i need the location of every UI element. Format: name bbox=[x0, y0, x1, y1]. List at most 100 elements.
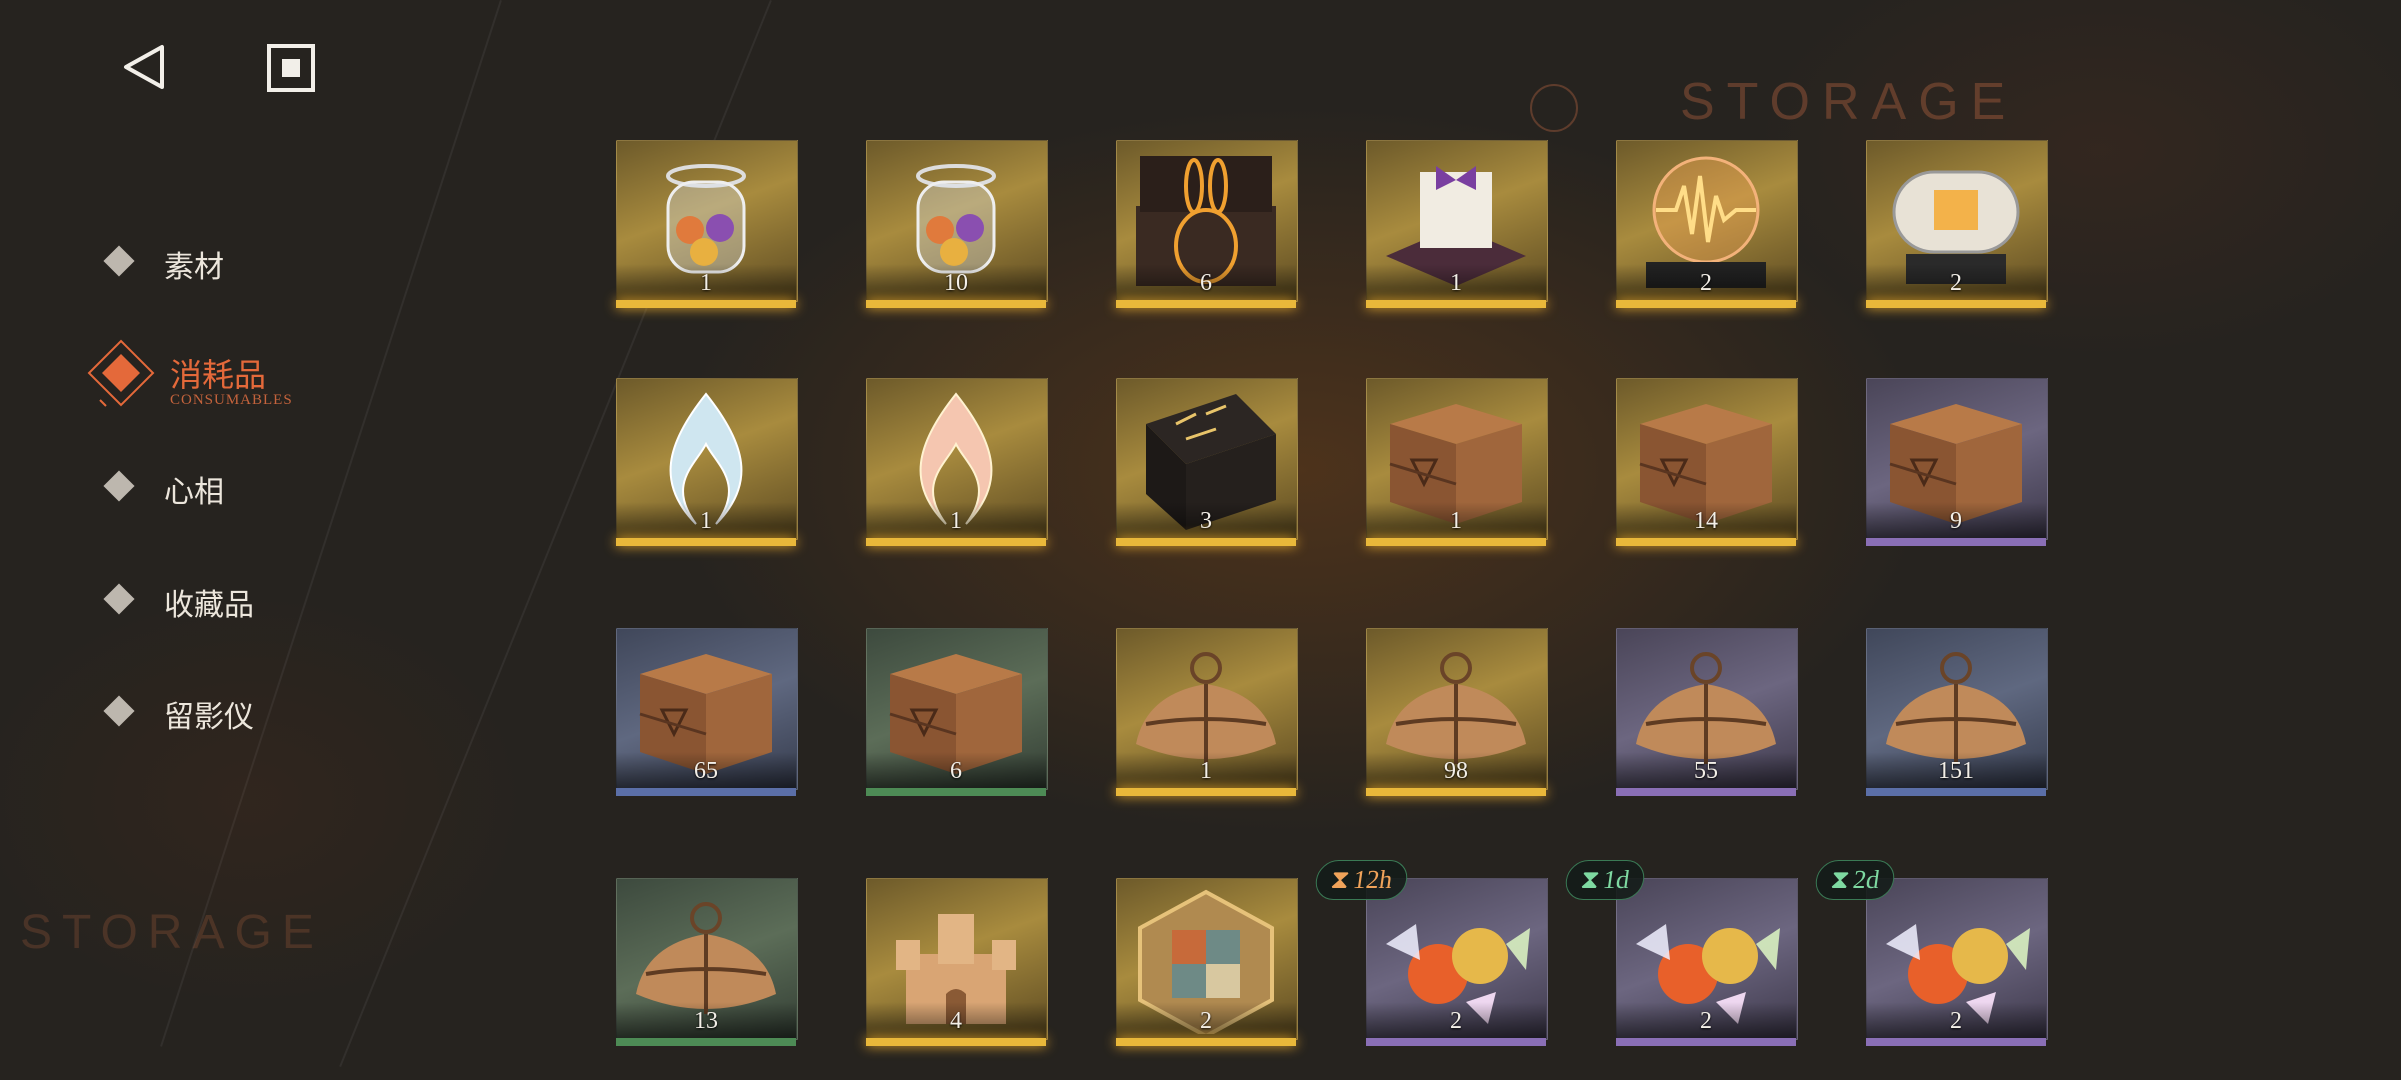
inventory-item[interactable]: 6 bbox=[866, 628, 1048, 796]
diamond-icon bbox=[103, 245, 135, 277]
inventory-item[interactable]: 151 bbox=[1866, 628, 2048, 796]
inventory-item[interactable]: 2 bbox=[1116, 878, 1298, 1046]
quality-bar bbox=[1366, 538, 1546, 546]
quality-bar bbox=[616, 1038, 796, 1046]
hourglass-icon: ⧗ bbox=[1329, 865, 1352, 894]
quality-bar bbox=[1366, 1038, 1546, 1046]
quality-bar bbox=[616, 788, 796, 796]
inventory-item[interactable]: 1 bbox=[616, 140, 798, 308]
sidebar-item-label: 心相 bbox=[164, 476, 224, 509]
inventory-item[interactable]: 2 bbox=[1866, 140, 2048, 308]
active-diamond-icon bbox=[87, 339, 155, 407]
expiry-timer-badge: ⧗1d bbox=[1563, 860, 1648, 900]
item-count: 1 bbox=[700, 508, 712, 534]
timer-label: 2d bbox=[1851, 865, 1882, 894]
timer-label: 1d bbox=[1601, 865, 1632, 894]
inventory-item[interactable]: 13 bbox=[616, 878, 798, 1046]
item-count: 2 bbox=[1200, 1008, 1212, 1034]
quality-bar bbox=[1866, 788, 2046, 796]
sidebar-item-collectibles[interactable]: 收藏品 bbox=[100, 558, 400, 638]
inventory-item[interactable]: 1 bbox=[1366, 378, 1548, 546]
inventory-item[interactable]: 1 bbox=[866, 378, 1048, 546]
quality-bar bbox=[1866, 300, 2046, 308]
item-count: 1 bbox=[700, 270, 712, 296]
item-count: 2 bbox=[1700, 1008, 1712, 1034]
quality-bar bbox=[1616, 788, 1796, 796]
item-count: 2 bbox=[1700, 270, 1712, 296]
diamond-icon bbox=[103, 695, 135, 727]
sidebar-item-camera[interactable]: 留影仪 bbox=[100, 670, 400, 750]
inventory-item[interactable]: 1 bbox=[1366, 140, 1548, 308]
quality-bar bbox=[866, 538, 1046, 546]
back-triangle-icon[interactable] bbox=[120, 42, 170, 92]
quality-bar bbox=[1866, 1038, 2046, 1046]
item-count: 1 bbox=[1200, 758, 1212, 784]
hourglass-icon: ⧗ bbox=[1579, 865, 1602, 894]
item-count: 1 bbox=[1450, 270, 1462, 296]
item-count: 6 bbox=[1200, 270, 1212, 296]
item-count: 98 bbox=[1444, 758, 1468, 784]
quality-bar bbox=[1866, 538, 2046, 546]
inventory-item[interactable]: 2 ⧗2d bbox=[1813, 860, 2048, 1046]
inventory-item[interactable]: 14 bbox=[1616, 378, 1798, 546]
item-count: 65 bbox=[694, 758, 718, 784]
quality-bar bbox=[866, 788, 1046, 796]
inventory-item[interactable]: 65 bbox=[616, 628, 798, 796]
item-count: 1 bbox=[1450, 508, 1462, 534]
inventory-item[interactable]: 2 bbox=[1616, 140, 1798, 308]
inventory-item[interactable]: 2 ⧗12h bbox=[1313, 860, 1548, 1046]
sidebar-item-aspects[interactable]: 心相 bbox=[100, 445, 400, 525]
quality-bar bbox=[1616, 538, 1796, 546]
quality-bar bbox=[1616, 300, 1796, 308]
quality-bar bbox=[1116, 788, 1296, 796]
sidebar-item-label: 留影仪 bbox=[164, 701, 254, 734]
item-count: 6 bbox=[950, 758, 962, 784]
expiry-timer-badge: ⧗12h bbox=[1313, 860, 1411, 900]
item-count: 4 bbox=[950, 1008, 962, 1034]
inventory-item[interactable]: 98 bbox=[1366, 628, 1548, 796]
inventory-item[interactable]: 1 bbox=[1116, 628, 1298, 796]
quality-bar bbox=[616, 300, 796, 308]
item-count: 2 bbox=[1450, 1008, 1462, 1034]
inventory-item[interactable]: 2 ⧗1d bbox=[1563, 860, 1798, 1046]
sidebar-item-label: 消耗品 bbox=[170, 357, 267, 393]
storage-watermark: STORAGE bbox=[1680, 73, 2018, 131]
inventory-item[interactable]: 9 bbox=[1866, 378, 2048, 546]
quality-bar bbox=[1366, 788, 1546, 796]
inventory-item[interactable]: 55 bbox=[1616, 628, 1798, 796]
diamond-icon bbox=[103, 470, 135, 502]
item-count: 9 bbox=[1950, 508, 1962, 534]
sidebar-item-label: 收藏品 bbox=[164, 589, 254, 622]
square-home-icon[interactable] bbox=[265, 42, 317, 94]
expiry-timer-badge: ⧗2d bbox=[1813, 860, 1898, 900]
item-count: 2 bbox=[1950, 270, 1962, 296]
sidebar-item-label: 素材 bbox=[164, 251, 224, 284]
inventory-item[interactable]: 3 bbox=[1116, 378, 1298, 546]
sidebar-item-materials[interactable]: 素材 bbox=[100, 220, 400, 300]
storage-watermark-secondary: STORAGE bbox=[20, 906, 324, 959]
quality-bar bbox=[866, 1038, 1046, 1046]
item-count: 3 bbox=[1200, 508, 1212, 534]
quality-bar bbox=[1116, 538, 1296, 546]
quality-bar bbox=[866, 300, 1046, 308]
timer-label: 12h bbox=[1351, 865, 1395, 894]
quality-bar bbox=[1366, 300, 1546, 308]
diamond-icon bbox=[103, 583, 135, 615]
inventory-item[interactable]: 10 bbox=[866, 140, 1048, 308]
inventory-item[interactable]: 4 bbox=[866, 878, 1048, 1046]
inventory-item[interactable]: 6 bbox=[1116, 140, 1298, 308]
quality-bar bbox=[1616, 1038, 1796, 1046]
hourglass-icon: ⧗ bbox=[1829, 865, 1852, 894]
sidebar-item-sublabel: CONSUMABLES bbox=[170, 392, 293, 408]
item-count: 14 bbox=[1694, 508, 1718, 534]
item-count: 2 bbox=[1950, 1008, 1962, 1034]
item-count: 1 bbox=[950, 508, 962, 534]
quality-bar bbox=[1116, 1038, 1296, 1046]
storage-emblem-icon bbox=[1530, 84, 1578, 132]
item-count: 55 bbox=[1694, 758, 1718, 784]
sidebar-item-consumables[interactable]: 消耗品 CONSUMABLES bbox=[87, 332, 400, 412]
item-count: 151 bbox=[1938, 758, 1974, 784]
item-count: 10 bbox=[944, 270, 968, 296]
quality-bar bbox=[1116, 300, 1296, 308]
inventory-item[interactable]: 1 bbox=[616, 378, 798, 546]
